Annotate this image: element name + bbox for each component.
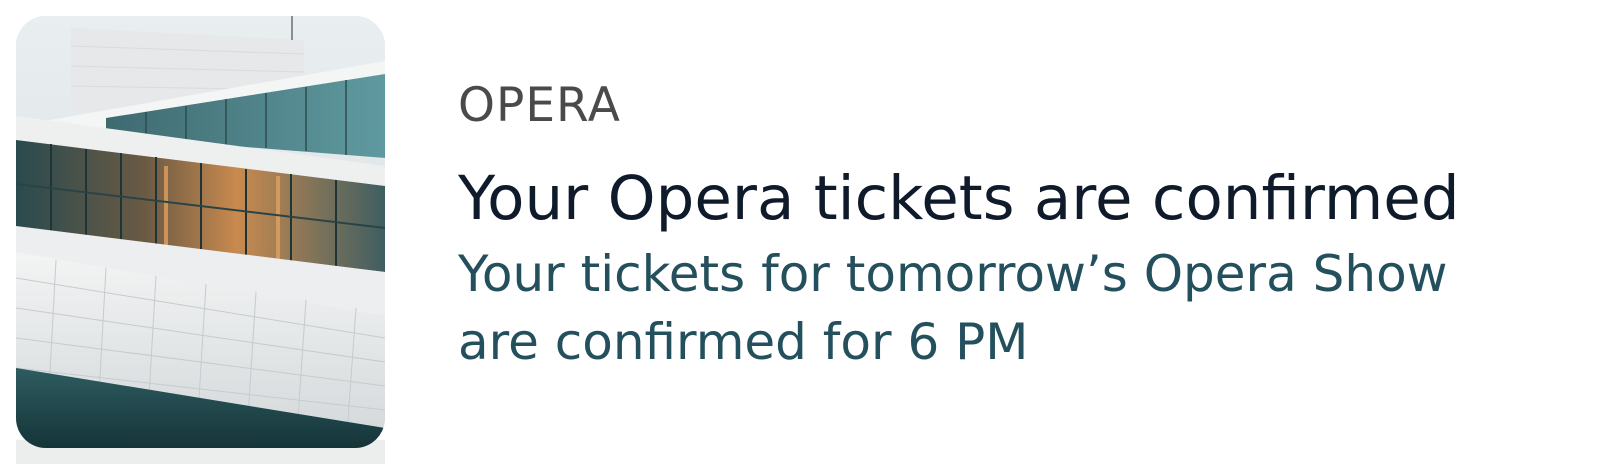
notification-title: Your Opera tickets are confirmed	[458, 163, 1460, 234]
app-category-label: OPERA	[458, 78, 621, 133]
opera-house-illustration	[16, 16, 385, 448]
opera-house-thumbnail	[16, 16, 385, 448]
notification-card[interactable]: OPERA Your Opera tickets are confirmed Y…	[0, 0, 1600, 464]
notification-body: Your tickets for tomorrow’s Opera Show a…	[458, 245, 1448, 371]
notification-text: OPERA Your Opera tickets are confirmed Y…	[458, 70, 1578, 376]
